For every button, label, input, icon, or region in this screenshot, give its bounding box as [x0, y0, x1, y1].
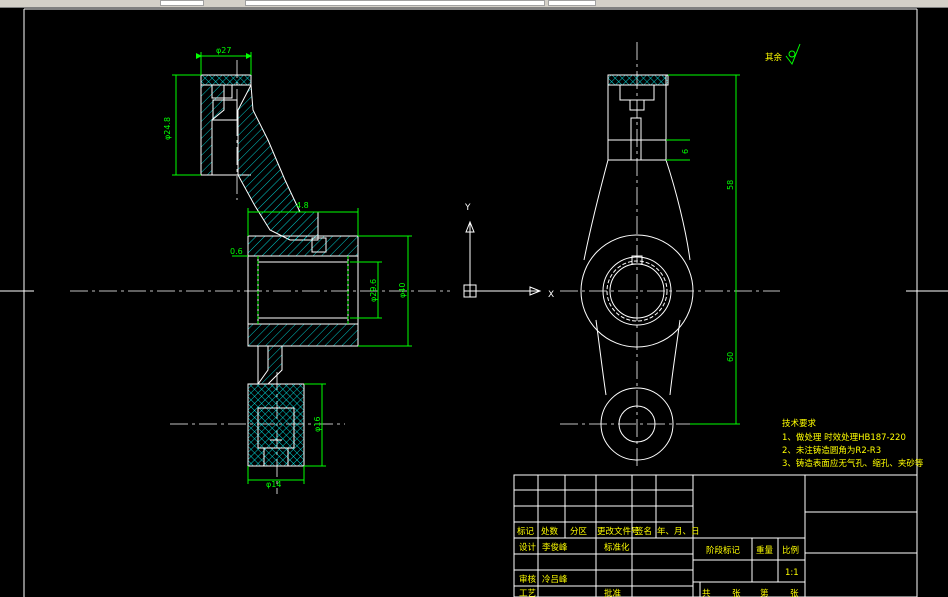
tb-count: 处数	[541, 526, 559, 537]
tech-item-3: 3、铸造表面应无气孔、缩孔、夹砂等	[782, 458, 924, 469]
tb-sheet-index: 第	[760, 588, 769, 597]
tb-change-doc: 更改文件号	[597, 526, 640, 537]
tb-reviewer: 冷吕峰	[542, 574, 568, 585]
tech-item-2: 2、未注铸造圆角为R2-R3	[782, 445, 881, 456]
tb-designer: 李俊峰	[542, 542, 568, 553]
tb-date: 年、月、日	[657, 526, 700, 537]
dim-top-height: φ24.8	[163, 117, 172, 140]
roughness-note: 其余	[765, 43, 801, 66]
mid-boss-top	[247, 235, 359, 257]
dim-outer-dia: φ40	[398, 283, 407, 298]
toolbar-dropdown[interactable]	[548, 0, 596, 6]
tb-weight-label: 重量	[756, 545, 774, 556]
tb-approve-label: 批准	[604, 588, 622, 597]
ucs-icon: Y X	[463, 203, 554, 300]
dim-front-small: 6	[681, 149, 690, 154]
cad-canvas[interactable]: φ27 φ24.8 4.8 0.6 φ29.6 φ40 φ14 φ16 Y X …	[0, 7, 948, 597]
ucs-x-label: X	[548, 290, 554, 300]
bottom-boss	[247, 383, 305, 467]
toolbar-input[interactable]	[245, 0, 545, 6]
dim-mid-width: 4.8	[296, 201, 309, 210]
dim-top-width: φ27	[216, 46, 231, 55]
tb-sheet-unit1: 张	[732, 589, 741, 597]
tb-standard-label: 标准化	[604, 542, 630, 553]
front-view-dimensions: 58 60 6	[666, 74, 740, 425]
roughness-label: 其余	[765, 52, 783, 63]
tb-sheet-unit2: 张	[790, 589, 799, 597]
dim-front-lower: 60	[726, 352, 735, 362]
tb-sheet-total: 共	[702, 589, 711, 597]
tb-sign: 签名	[635, 526, 652, 537]
top-boss-cap	[200, 74, 252, 86]
tech-title: 技术要求	[782, 418, 817, 429]
dim-bore-dia: φ29.6	[369, 279, 378, 302]
tech-requirements: 技术要求 1、做处理 时效处理HB187-220 2、未注铸造圆角为R2-R3 …	[782, 418, 924, 469]
tb-design-label: 设计	[519, 542, 537, 553]
dim-left-small: 0.6	[230, 247, 243, 256]
drawing-frame	[0, 8, 948, 597]
dim-bottom-height: φ16	[313, 417, 322, 432]
tb-mark: 标记	[517, 526, 535, 537]
arm-section	[237, 83, 319, 241]
dim-bottom-width: φ14	[266, 480, 281, 489]
tb-review-label: 审核	[519, 574, 537, 585]
toolbar-field[interactable]	[160, 0, 204, 6]
ucs-y-label: Y	[464, 203, 471, 213]
tb-scale-value: 1:1	[785, 568, 799, 578]
tb-scale-label: 比例	[782, 545, 799, 556]
tb-stage-label: 阶段标记	[706, 545, 741, 556]
tb-process-label: 工艺	[519, 589, 536, 597]
tech-item-1: 1、做处理 时效处理HB187-220	[782, 432, 906, 443]
dim-front-upper: 58	[726, 180, 735, 190]
mid-boss-bottom	[247, 323, 359, 347]
side-view	[200, 74, 359, 467]
tb-zone: 分区	[570, 527, 588, 537]
